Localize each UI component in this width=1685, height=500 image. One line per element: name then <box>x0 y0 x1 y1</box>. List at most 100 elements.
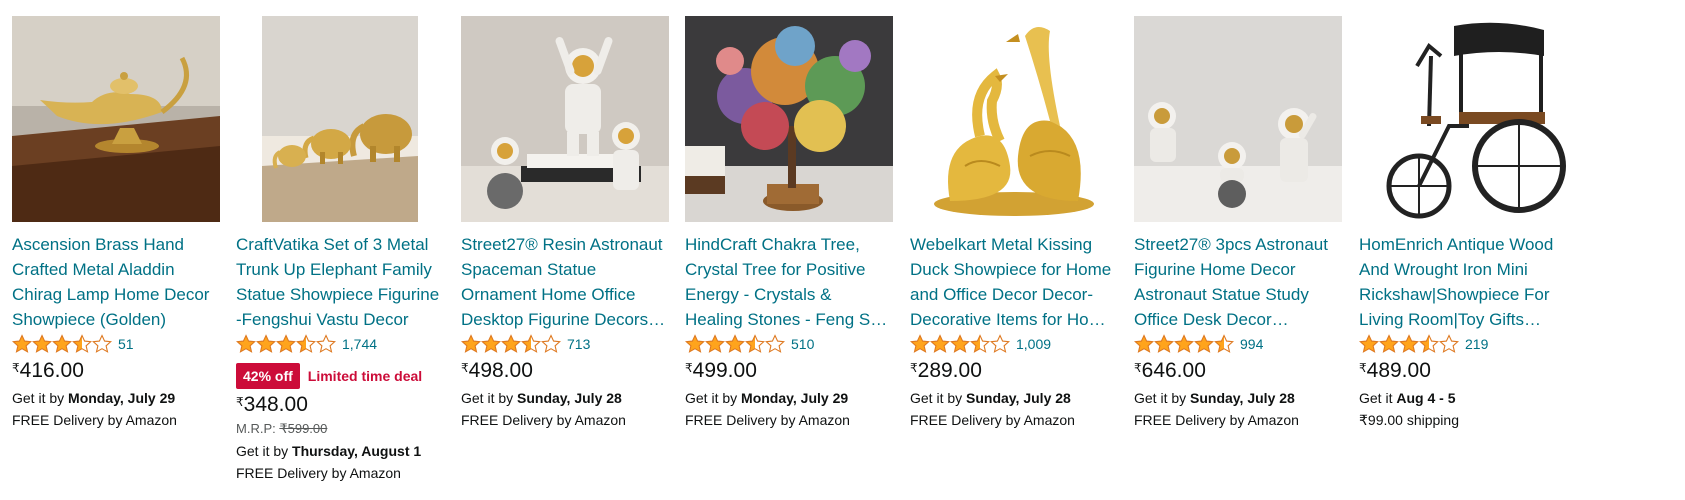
star-icon <box>1359 334 1379 353</box>
star-icon <box>930 334 950 353</box>
delivery-prefix: Get it by <box>910 390 967 406</box>
price-amount: 289.00 <box>917 359 982 382</box>
mrp-row: M.R.P: ₹599.00 <box>236 421 444 437</box>
delivery-info: Get it by Sunday, July 28 <box>1134 390 1342 406</box>
astronaut-figurines-image <box>461 16 669 222</box>
delivery-prefix: Get it <box>1359 390 1397 406</box>
currency-symbol: ₹ <box>12 361 20 375</box>
mrp-value: ₹599.00 <box>279 421 328 436</box>
price-amount: 348.00 <box>243 393 308 416</box>
shipping-info: FREE Delivery by Amazon <box>236 465 401 481</box>
price-amount: 489.00 <box>1366 359 1431 382</box>
deal-row: 42% off Limited time deal <box>236 362 444 390</box>
product-image[interactable] <box>1134 16 1342 222</box>
product-card[interactable]: Ascension Brass Hand Crafted Metal Aladd… <box>12 16 220 428</box>
product-title-link[interactable]: HindCraft Chakra Tree, Crystal Tree for … <box>685 232 893 332</box>
rating-count-link[interactable]: 510 <box>791 336 814 352</box>
price: ₹ 499.00 <box>685 358 893 384</box>
star-rating[interactable] <box>461 334 561 354</box>
product-image[interactable] <box>461 16 669 222</box>
delivery-date: Monday, July 29 <box>68 390 176 406</box>
star-icon <box>990 334 1010 353</box>
star-icon <box>92 334 112 353</box>
rating-count-link[interactable]: 51 <box>118 336 134 352</box>
star-rating[interactable] <box>236 334 336 354</box>
shipping-info: FREE Delivery by Amazon <box>461 412 626 428</box>
star-icon <box>541 334 561 353</box>
product-image[interactable] <box>12 16 220 222</box>
star-icon <box>1379 334 1399 353</box>
star-icon <box>1194 334 1214 353</box>
rating-row: 510 <box>685 332 893 356</box>
star-rating[interactable] <box>1359 334 1459 354</box>
product-card[interactable]: HindCraft Chakra Tree, Crystal Tree for … <box>685 16 893 428</box>
elephant-figurines-image <box>236 16 444 222</box>
delivery-date: Sunday, July 28 <box>1190 390 1295 406</box>
delivery-prefix: Get it by <box>685 390 742 406</box>
delivery-info: Get it by Thursday, August 1 <box>236 443 444 459</box>
product-card[interactable]: CraftVatika Set of 3 Metal Trunk Up Elep… <box>236 16 444 481</box>
rating-row: 994 <box>1134 332 1342 356</box>
delivery-date: Monday, July 29 <box>741 390 849 406</box>
star-icon <box>32 334 52 353</box>
product-card[interactable]: Street27® Resin Astronaut Spaceman Statu… <box>461 16 669 428</box>
rating-count-link[interactable]: 1,009 <box>1016 336 1051 352</box>
product-title-link[interactable]: HomEnrich Antique Wood And Wrought Iron … <box>1359 232 1567 332</box>
delivery-info: Get it by Sunday, July 28 <box>910 390 1118 406</box>
product-image[interactable] <box>910 16 1118 222</box>
delivery-info: Get it by Monday, July 29 <box>12 390 220 406</box>
product-title-link[interactable]: Street27® 3pcs Astronaut Figurine Home D… <box>1134 232 1342 332</box>
delivery-date: Thursday, August 1 <box>292 443 422 459</box>
product-image[interactable] <box>685 16 893 222</box>
price: ₹ 289.00 <box>910 358 1118 384</box>
currency-symbol: ₹ <box>685 361 693 375</box>
star-rating[interactable] <box>12 334 112 354</box>
product-title-link[interactable]: Ascension Brass Hand Crafted Metal Aladd… <box>12 232 220 332</box>
product-image[interactable] <box>236 16 444 222</box>
price: ₹ 416.00 <box>12 358 220 384</box>
star-icon <box>725 334 745 353</box>
rating-count-link[interactable]: 219 <box>1465 336 1488 352</box>
rating-count-link[interactable]: 1,744 <box>342 336 377 352</box>
star-icon <box>705 334 725 353</box>
shipping-info: FREE Delivery by Amazon <box>1134 412 1299 428</box>
price: ₹ 646.00 <box>1134 358 1342 384</box>
mini-rickshaw-image <box>1359 16 1567 222</box>
product-card[interactable]: Webelkart Metal Kissing Duck Showpiece f… <box>910 16 1118 428</box>
rating-count-link[interactable]: 713 <box>567 336 590 352</box>
product-title-link[interactable]: Street27® Resin Astronaut Spaceman Statu… <box>461 232 669 332</box>
star-icon <box>1439 334 1459 353</box>
product-title-link[interactable]: Webelkart Metal Kissing Duck Showpiece f… <box>910 232 1118 332</box>
shipping-info: FREE Delivery by Amazon <box>12 412 177 428</box>
star-rating[interactable] <box>685 334 785 354</box>
delivery-prefix: Get it by <box>461 390 518 406</box>
star-rating[interactable] <box>1134 334 1234 354</box>
shipping-info: ₹99.00 shipping <box>1359 412 1459 428</box>
currency-symbol: ₹ <box>461 361 469 375</box>
star-icon <box>685 334 705 353</box>
star-icon <box>501 334 521 353</box>
star-icon <box>72 334 92 353</box>
price: ₹ 489.00 <box>1359 358 1567 384</box>
delivery-date: Sunday, July 28 <box>966 390 1071 406</box>
star-icon <box>745 334 765 353</box>
delivery-info: Get it by Monday, July 29 <box>685 390 893 406</box>
shipping-info: FREE Delivery by Amazon <box>685 412 850 428</box>
limited-deal-label: Limited time deal <box>307 368 423 384</box>
rating-count-link[interactable]: 994 <box>1240 336 1263 352</box>
price-amount: 498.00 <box>468 359 533 382</box>
astronaut-set-image <box>1134 16 1342 222</box>
product-title-link[interactable]: CraftVatika Set of 3 Metal Trunk Up Elep… <box>236 232 444 332</box>
shipping-info: FREE Delivery by Amazon <box>910 412 1075 428</box>
star-icon <box>521 334 541 353</box>
product-image[interactable] <box>1359 16 1567 222</box>
product-card[interactable]: Street27® 3pcs Astronaut Figurine Home D… <box>1134 16 1342 428</box>
rating-row: 1,009 <box>910 332 1118 356</box>
delivery-date: Aug 4 - 5 <box>1396 390 1456 406</box>
mrp-label: M.R.P: <box>236 421 280 436</box>
star-icon <box>296 334 316 353</box>
rating-row: 219 <box>1359 332 1567 356</box>
product-card[interactable]: HomEnrich Antique Wood And Wrought Iron … <box>1359 16 1567 429</box>
currency-symbol: ₹ <box>910 361 918 375</box>
star-rating[interactable] <box>910 334 1010 354</box>
